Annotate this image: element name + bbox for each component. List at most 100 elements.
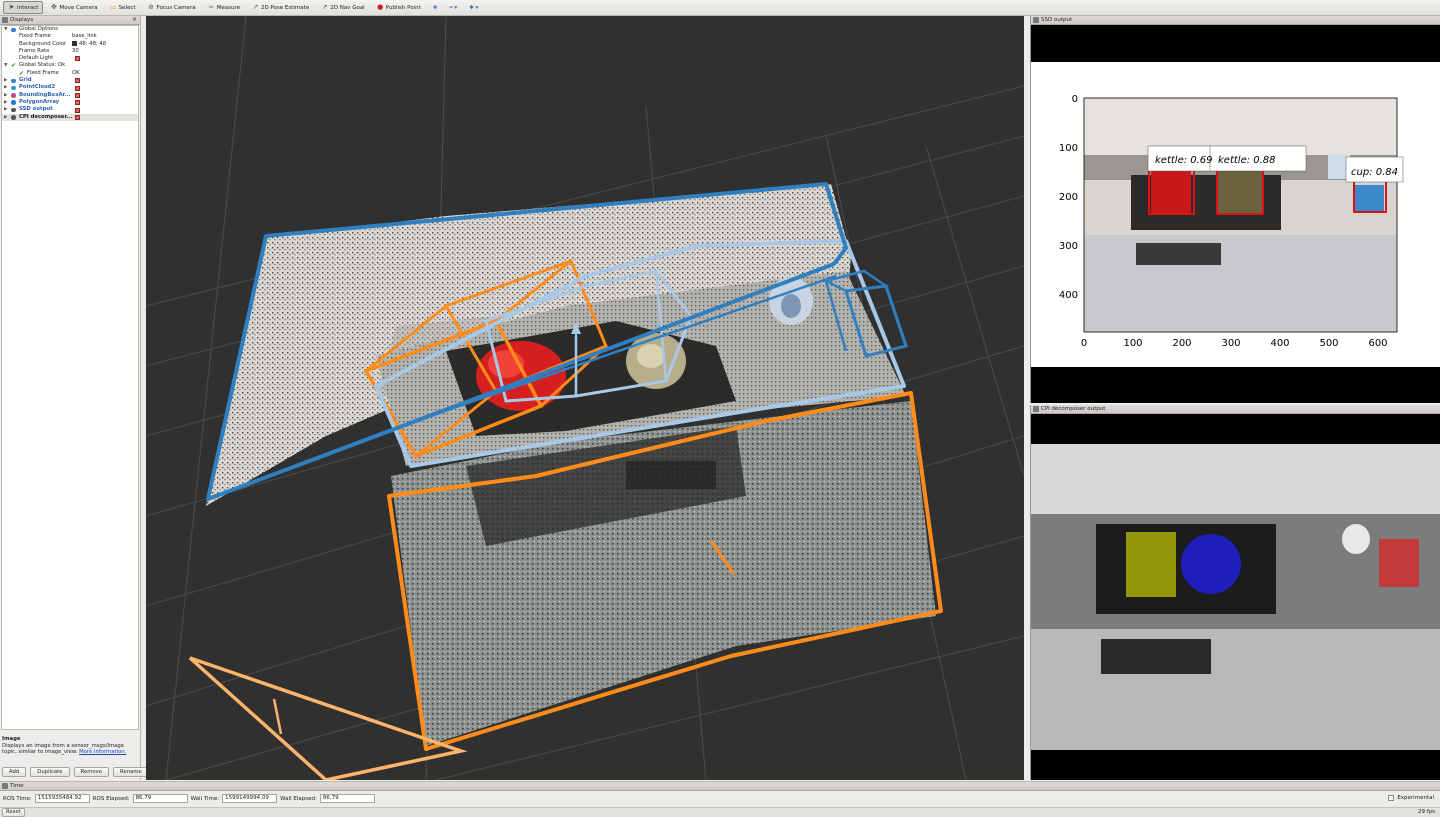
remove-button[interactable]: Remove: [73, 767, 110, 777]
more-information-link[interactable]: More Information.: [79, 749, 126, 755]
display-row-value-cell[interactable]: 48; 48; 48: [72, 40, 106, 48]
display-row-value-cell[interactable]: base_link: [72, 33, 97, 40]
wall-elapsed-field[interactable]: 86.79: [319, 794, 375, 803]
x-tick-label: 100: [1123, 338, 1142, 349]
enabled-checkbox[interactable]: ✓: [75, 78, 80, 84]
display-row-grid[interactable]: ▶ Grid ✓: [2, 77, 138, 84]
experimental-option[interactable]: Experimental: [1388, 795, 1434, 801]
duplicate-button[interactable]: Duplicate: [30, 767, 70, 777]
enabled-checkbox[interactable]: ✓: [75, 107, 80, 113]
image-icon: [1033, 406, 1039, 412]
chevron-right-icon[interactable]: ▶: [4, 106, 7, 113]
tool-focus-camera[interactable]: ⊕ Focus Camera: [143, 1, 201, 14]
detection-label-cup: cup: 0.84: [1351, 167, 1398, 178]
enabled-checkbox[interactable]: ✓: [75, 92, 80, 98]
chevron-down-icon[interactable]: ▼: [4, 26, 7, 33]
time-title: Time: [10, 783, 24, 789]
rename-button[interactable]: Rename: [113, 767, 149, 777]
display-row-value[interactable]: OK: [72, 70, 80, 76]
chevron-right-icon[interactable]: ▶: [4, 77, 7, 84]
clock-icon: [2, 783, 8, 789]
render-3d-view[interactable]: [146, 16, 1024, 780]
display-row-label: PolygonArray: [19, 98, 60, 105]
display-row-fixed-frame[interactable]: Fixed Frame base_link: [2, 33, 138, 40]
tool-publish-point[interactable]: ● Publish Point: [372, 1, 426, 14]
display-row-boundingboxar[interactable]: ▶ BoundingBoxAr... ✓: [2, 92, 138, 99]
tool-move-camera[interactable]: ✥ Move Camera: [45, 1, 102, 14]
chevron-right-icon[interactable]: ▶: [4, 114, 7, 121]
close-icon[interactable]: ×: [132, 16, 137, 24]
detection-label-kettle-1: kettle: 0.69: [1155, 155, 1213, 166]
box-icon: [11, 93, 16, 98]
mask-yellow-kettle: [1126, 532, 1176, 597]
enabled-checkbox[interactable]: ✓: [75, 114, 80, 120]
chevron-right-icon[interactable]: ▶: [4, 84, 7, 91]
chevron-right-icon[interactable]: ▶: [4, 92, 7, 99]
display-row-label: CPI decomposer...: [19, 113, 73, 120]
experimental-label: Experimental: [1397, 795, 1434, 801]
poly-icon: [11, 100, 16, 105]
display-row-ssd-output[interactable]: ▶ SSD output ✓: [2, 106, 138, 113]
point-cloud-scene[interactable]: [146, 16, 1024, 780]
y-tick-label: 400: [1059, 290, 1078, 301]
time-row: ROS Time: 1515935484.92 ROS Elapsed: 86.…: [3, 794, 375, 803]
x-tick-label: 600: [1368, 338, 1387, 349]
pose-estimate-icon: ↗: [252, 3, 259, 11]
tool-label: 2D Nav Goal: [330, 4, 365, 11]
reset-button[interactable]: Reset: [2, 808, 25, 817]
display-row-pointcloud2[interactable]: ▶ PointCloud2 ✓: [2, 84, 138, 91]
minus-icon[interactable]: ━ ▾: [444, 1, 462, 14]
display-row-value[interactable]: 48; 48; 48: [79, 41, 106, 47]
chevron-down-icon[interactable]: ▼: [4, 62, 7, 69]
display-row-global-status-ok[interactable]: ▼ ✔ Global Status: Ok: [2, 62, 138, 69]
enabled-checkbox[interactable]: ✓: [75, 56, 80, 62]
experimental-checkbox[interactable]: [1388, 795, 1395, 801]
tool-2d-pose-estimate[interactable]: ↗ 2D Pose Estimate: [247, 1, 314, 14]
gear-icon[interactable]: ✱ ▾: [464, 1, 483, 14]
display-row-label: Fixed Frame: [27, 69, 59, 76]
display-row-value[interactable]: 30: [72, 48, 79, 54]
display-row-value[interactable]: base_link: [72, 33, 97, 39]
tool-2d-nav-goal[interactable]: ↗ 2D Nav Goal: [316, 1, 370, 14]
display-row-value-cell[interactable]: 30: [72, 48, 79, 55]
ros-time-field[interactable]: 1515935484.92: [34, 794, 90, 803]
display-row-label: Default Light: [19, 55, 54, 62]
display-row-value-cell[interactable]: OK: [72, 70, 80, 77]
ros-elapsed-field[interactable]: 86.79: [132, 794, 188, 803]
display-row-background-color[interactable]: Background Color 48; 48; 48: [2, 40, 138, 48]
time-panel-title: Time: [0, 782, 1440, 791]
enabled-checkbox[interactable]: ✓: [75, 85, 80, 91]
mask-red-cup: [1379, 539, 1419, 587]
display-row-cpi-decomposer[interactable]: ▶ CPI decomposer... ✓: [2, 113, 138, 121]
display-row-fixed-frame[interactable]: ✔ Fixed Frame OK: [2, 70, 138, 77]
tool-interact[interactable]: ➤ Interact: [3, 1, 44, 14]
x-tick-label: 300: [1221, 338, 1240, 349]
tool-label: Publish Point: [385, 4, 421, 11]
tool-label: 2D Pose Estimate: [260, 4, 310, 11]
display-row-default-light[interactable]: Default Light ✓: [2, 55, 138, 62]
enabled-checkbox[interactable]: ✓: [75, 100, 80, 106]
ssd-title: SSD output: [1041, 17, 1073, 23]
ssd-output-panel: SSD output kettle: 0.69 kettle: 0.88 cup…: [1030, 16, 1440, 403]
display-row-global-options[interactable]: ▼ Global Options: [2, 26, 138, 33]
ok-icon: ✔: [19, 69, 25, 77]
chevron-right-icon[interactable]: ▶: [4, 99, 7, 106]
tool-measure[interactable]: ═ Measure: [203, 1, 245, 14]
add-button[interactable]: Add: [2, 767, 27, 777]
display-row-label: PointCloud2: [19, 84, 56, 91]
displays-title: Displays: [10, 17, 34, 23]
y-tick-label: 100: [1059, 143, 1078, 154]
tool-select[interactable]: ▭ Select: [105, 1, 141, 14]
cursor-icon: ➤: [8, 3, 15, 11]
wall-time-label: Wall Time:: [190, 795, 220, 802]
wall-time-field[interactable]: 1599149994.09: [222, 794, 278, 803]
panel-icon: [2, 17, 8, 23]
display-buttons: Add Duplicate Remove Rename: [2, 767, 149, 777]
display-row-frame-rate[interactable]: Frame Rate 30: [2, 48, 138, 55]
display-row-label: Fixed Frame: [19, 33, 51, 40]
plus-icon[interactable]: ✚: [428, 1, 443, 14]
display-row-polygonarray[interactable]: ▶ PolygonArray ✓: [2, 99, 138, 106]
cpi-image: [1031, 444, 1440, 750]
x-tick-label: 400: [1270, 338, 1289, 349]
measure-icon: ═: [208, 3, 214, 11]
